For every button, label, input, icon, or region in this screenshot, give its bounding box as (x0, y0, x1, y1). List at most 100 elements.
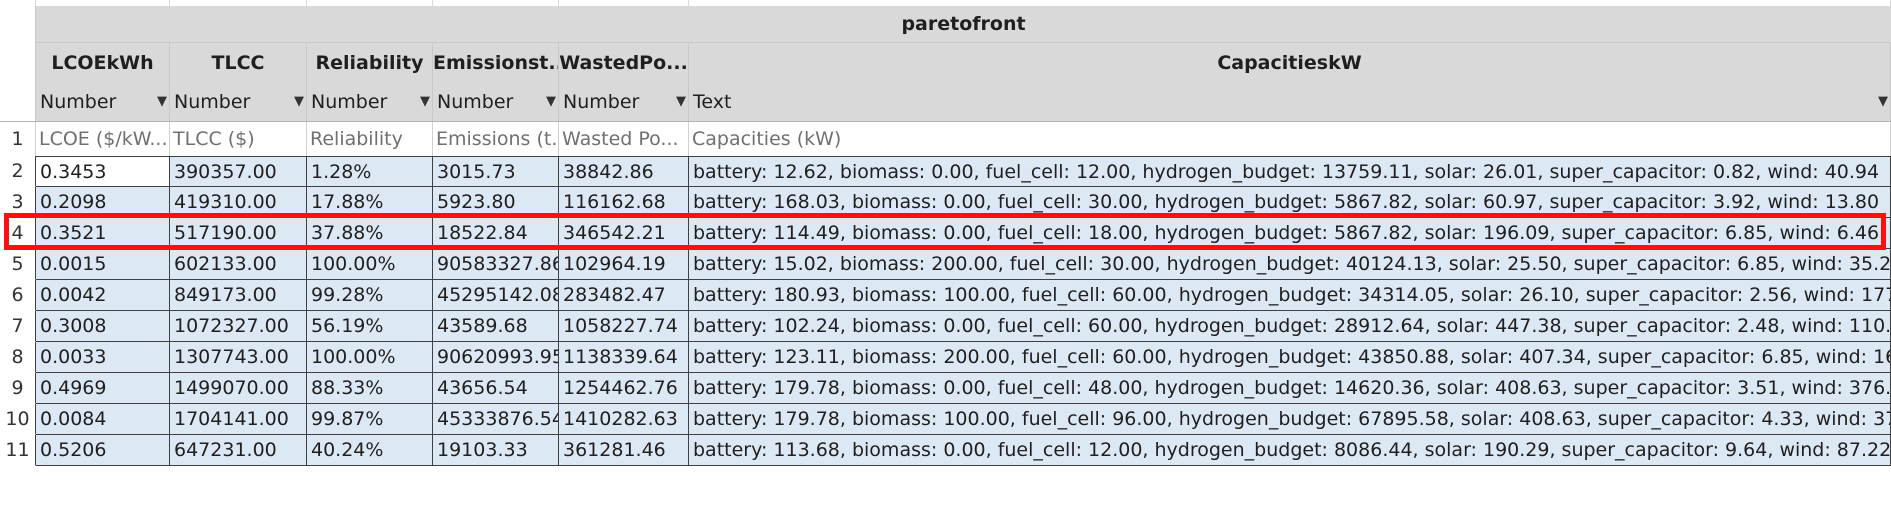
table-cell[interactable]: 5923.80 (433, 187, 559, 218)
table-cell[interactable]: battery: 180.93, biomass: 100.00, fuel_c… (689, 280, 1891, 311)
table-cell[interactable]: 1254462.76 (559, 373, 689, 404)
row-number[interactable]: 4 (0, 218, 36, 249)
table-row[interactable]: 5 0.0015 602133.00 100.00% 90583327.86 102964… (0, 249, 1891, 280)
table-cell[interactable]: 43656.54 (433, 373, 559, 404)
table-cell[interactable]: 849173.00 (170, 280, 307, 311)
table-cell[interactable]: 43589.68 (433, 311, 559, 342)
type-dropdown-tlcc[interactable]: Number ▼ (170, 83, 307, 121)
units-cell[interactable]: Capacities (kW) (689, 122, 1891, 157)
table-cell[interactable]: 1058227.74 (559, 311, 689, 342)
table-cell[interactable]: 0.4969 (36, 373, 170, 404)
table-cell[interactable]: 0.0033 (36, 342, 170, 373)
column-header-capacities[interactable]: CapacitieskW (689, 43, 1891, 83)
table-cell[interactable]: battery: 102.24, biomass: 0.00, fuel_cel… (689, 311, 1891, 342)
table-cell[interactable]: 0.5206 (36, 435, 170, 466)
table-cell[interactable]: 18522.84 (433, 218, 559, 249)
table-cell[interactable]: 517190.00 (170, 218, 307, 249)
column-header-emissions[interactable]: Emissionst... (433, 43, 559, 83)
table-cell[interactable]: 0.0042 (36, 280, 170, 311)
table-cell[interactable]: 45295142.08 (433, 280, 559, 311)
row-number[interactable]: 6 (0, 280, 36, 311)
units-cell[interactable]: TLCC ($) (170, 122, 307, 157)
column-header-reliability[interactable]: Reliability (307, 43, 433, 83)
row-number[interactable]: 5 (0, 249, 36, 280)
table-cell[interactable]: 1307743.00 (170, 342, 307, 373)
chevron-down-icon[interactable]: ▼ (294, 83, 304, 121)
table-row[interactable]: 3 0.2098 419310.00 17.88% 5923.80 116162.68 ba… (0, 187, 1891, 218)
table-cell[interactable]: 3015.73 (433, 156, 559, 187)
table-cell[interactable]: 1704141.00 (170, 404, 307, 435)
chevron-down-icon[interactable]: ▼ (157, 83, 167, 121)
table-cell[interactable]: 17.88% (307, 187, 433, 218)
table-cell[interactable]: battery: 168.03, biomass: 0.00, fuel_cel… (689, 187, 1891, 218)
table-cell[interactable]: 0.0015 (36, 249, 170, 280)
table-cell[interactable]: 1499070.00 (170, 373, 307, 404)
table-row[interactable]: 2 0.3453 390357.00 1.28% 3015.73 38842.86 batt… (0, 156, 1891, 187)
table-cell[interactable]: 45333876.54 (433, 404, 559, 435)
table-row[interactable]: 10 0.0084 1704141.00 99.87% 45333876.54 14102… (0, 404, 1891, 435)
table-cell[interactable]: 0.3521 (36, 218, 170, 249)
type-dropdown-lcoekwh[interactable]: Number ▼ (36, 83, 170, 121)
column-header-tlcc[interactable]: TLCC (170, 43, 307, 83)
table-cell[interactable]: 99.87% (307, 404, 433, 435)
row-number[interactable]: 2 (0, 156, 36, 187)
table-cell[interactable]: battery: 113.68, biomass: 0.00, fuel_cel… (689, 435, 1891, 466)
units-cell[interactable]: Emissions (t... (433, 122, 559, 157)
row-number[interactable]: 7 (0, 311, 36, 342)
table-cell[interactable]: 1410282.63 (559, 404, 689, 435)
units-cell[interactable]: LCOE ($/kW... (36, 122, 170, 157)
table-cell[interactable]: 1.28% (307, 156, 433, 187)
table-cell[interactable]: 361281.46 (559, 435, 689, 466)
table-cell[interactable]: 1072327.00 (170, 311, 307, 342)
table-cell[interactable]: 100.00% (307, 249, 433, 280)
table-cell[interactable]: 56.19% (307, 311, 433, 342)
table-cell[interactable]: 1138339.64 (559, 342, 689, 373)
table-cell[interactable]: 390357.00 (170, 156, 307, 187)
table-cell[interactable]: 40.24% (307, 435, 433, 466)
table-cell[interactable]: 0.3453 (36, 156, 170, 187)
row-number[interactable]: 3 (0, 187, 36, 218)
table-cell[interactable]: 346542.21 (559, 218, 689, 249)
type-dropdown-emissions[interactable]: Number ▼ (433, 83, 559, 121)
table-cell[interactable]: battery: 179.78, biomass: 0.00, fuel_cel… (689, 373, 1891, 404)
table-cell[interactable]: 88.33% (307, 373, 433, 404)
table-row[interactable]: 8 0.0033 1307743.00 100.00% 90620993.95 11383… (0, 342, 1891, 373)
table-cell[interactable]: battery: 114.49, biomass: 0.00, fuel_cel… (689, 218, 1891, 249)
table-cell[interactable]: 419310.00 (170, 187, 307, 218)
table-cell[interactable]: 90583327.86 (433, 249, 559, 280)
table-row[interactable]: 7 0.3008 1072327.00 56.19% 43589.68 1058227.7… (0, 311, 1891, 342)
table-cell[interactable]: 116162.68 (559, 187, 689, 218)
chevron-down-icon[interactable]: ▼ (676, 83, 686, 121)
table-row[interactable]: 6 0.0042 849173.00 99.28% 45295142.08 283482.… (0, 280, 1891, 311)
table-cell[interactable]: 100.00% (307, 342, 433, 373)
table-cell[interactable]: battery: 123.11, biomass: 200.00, fuel_c… (689, 342, 1891, 373)
type-dropdown-reliability[interactable]: Number ▼ (307, 83, 433, 121)
table-cell[interactable]: battery: 15.02, biomass: 200.00, fuel_ce… (689, 249, 1891, 280)
units-cell[interactable]: Wasted Po... (559, 122, 689, 157)
type-dropdown-wastedpower[interactable]: Number ▼ (559, 83, 689, 121)
type-dropdown-capacities[interactable]: Text ▼ (689, 83, 1891, 121)
table-cell[interactable]: battery: 12.62, biomass: 0.00, fuel_cell… (689, 156, 1891, 187)
row-number[interactable]: 11 (0, 435, 36, 466)
chevron-down-icon[interactable]: ▼ (1878, 83, 1888, 121)
table-row[interactable]: 4 0.3521 517190.00 37.88% 18522.84 346542.21 b… (0, 218, 1891, 249)
table-cell[interactable]: 102964.19 (559, 249, 689, 280)
table-row[interactable]: 11 0.5206 647231.00 40.24% 19103.33 361281.46… (0, 435, 1891, 466)
table-cell[interactable]: 0.0084 (36, 404, 170, 435)
table-cell[interactable]: 283482.47 (559, 280, 689, 311)
table-cell[interactable]: 99.28% (307, 280, 433, 311)
chevron-down-icon[interactable]: ▼ (546, 83, 556, 121)
row-number[interactable]: 10 (0, 404, 36, 435)
table-cell[interactable]: 37.88% (307, 218, 433, 249)
row-number[interactable]: 8 (0, 342, 36, 373)
table-cell[interactable]: 90620993.95 (433, 342, 559, 373)
table-cell[interactable]: 38842.86 (559, 156, 689, 187)
column-header-wastedpower[interactable]: WastedPo... (559, 43, 689, 83)
table-row[interactable]: 9 0.4969 1499070.00 88.33% 43656.54 1254462.7… (0, 373, 1891, 404)
table-cell[interactable]: 0.2098 (36, 187, 170, 218)
table-cell[interactable]: 0.3008 (36, 311, 170, 342)
table-cell[interactable]: battery: 179.78, biomass: 100.00, fuel_c… (689, 404, 1891, 435)
table-cell[interactable]: 602133.00 (170, 249, 307, 280)
column-header-lcoekwh[interactable]: LCOEkWh (36, 43, 170, 83)
units-cell[interactable]: Reliability (307, 122, 433, 157)
